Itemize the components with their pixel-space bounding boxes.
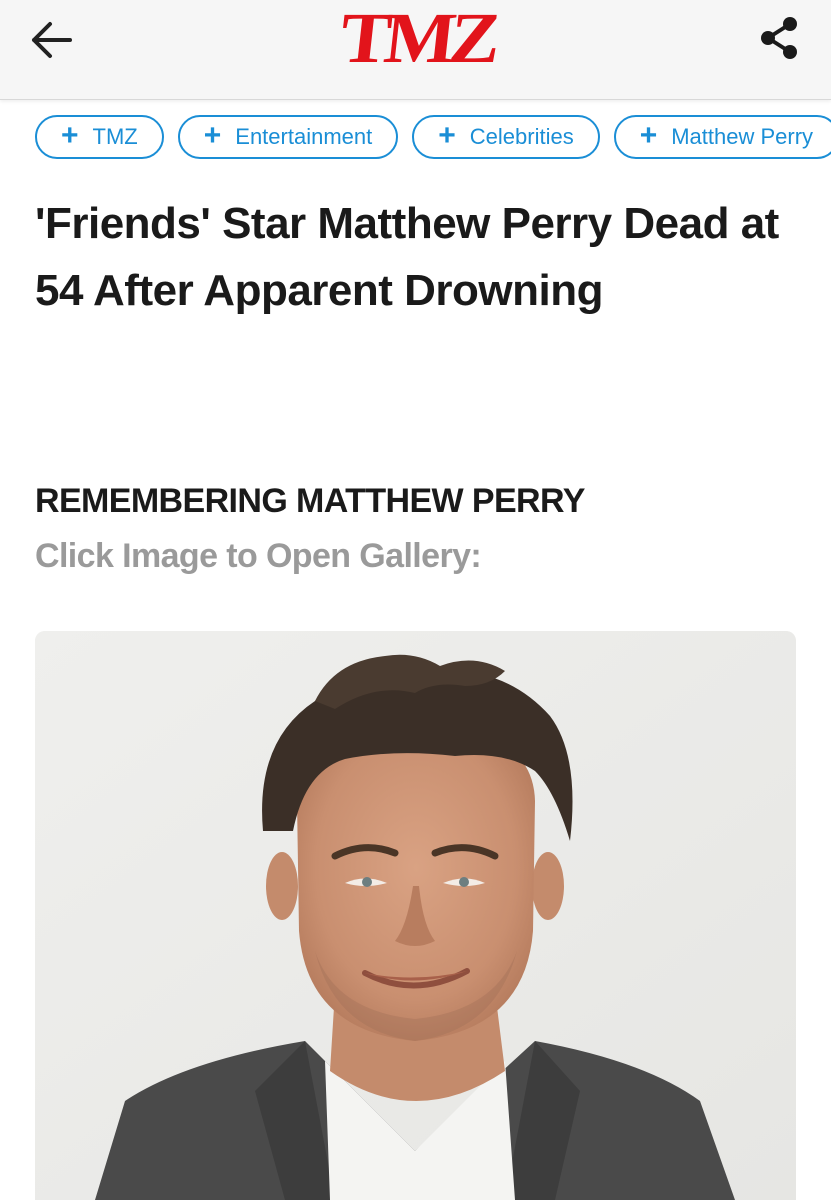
- share-button[interactable]: [756, 14, 804, 64]
- tag-tmz[interactable]: + TMZ: [35, 115, 164, 159]
- tmz-logo[interactable]: TMZ: [327, 0, 508, 78]
- tag-label: Entertainment: [235, 124, 373, 149]
- arrow-left-icon: [32, 22, 72, 58]
- gallery-hint: Click Image to Open Gallery:: [35, 537, 482, 575]
- tag-label: TMZ: [92, 124, 138, 149]
- topic-tags: + TMZ + Entertainment + Celebrities + Ma…: [35, 115, 831, 163]
- share-icon: [761, 17, 797, 59]
- plus-icon: +: [639, 118, 658, 152]
- tag-label: Matthew Perry: [671, 124, 814, 149]
- top-app-bar: TMZ: [0, 0, 831, 100]
- plus-icon: +: [438, 118, 456, 152]
- tag-matthew-perry[interactable]: + Matthew Perry: [613, 115, 831, 159]
- gallery-title: REMEMBERING MATTHEW PERRY: [35, 482, 585, 520]
- article-headline: 'Friends' Star Matthew Perry Dead at 54 …: [35, 199, 779, 315]
- tag-label: Celebrities: [469, 124, 574, 149]
- plus-icon: +: [203, 118, 222, 152]
- back-button[interactable]: [30, 20, 76, 60]
- tag-entertainment[interactable]: + Entertainment: [177, 115, 399, 159]
- plus-icon: +: [61, 118, 79, 152]
- gallery-image[interactable]: [35, 631, 796, 1200]
- tag-celebrities[interactable]: + Celebrities: [412, 115, 600, 159]
- portrait-photo: [35, 631, 796, 1200]
